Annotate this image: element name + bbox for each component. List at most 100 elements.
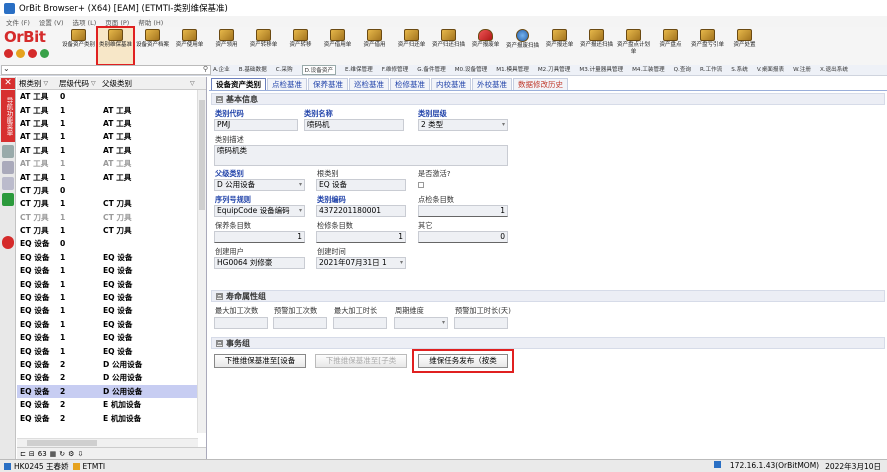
tree-row[interactable]: EQ 设备 2 E 机加设备 [17,411,206,424]
tree-row[interactable]: AT 工具 1 AT 工具 [17,130,206,143]
tree-row[interactable]: CT 刀具 1 CT 刀具 [17,197,206,210]
toolbar-button[interactable]: 类别维保基准 [96,26,135,66]
toolbar-button[interactable]: 资产报废单 [467,27,504,65]
toolbar-button[interactable]: 资产报还单 [541,27,578,65]
module-tab[interactable]: E.维保管理 [345,65,373,75]
tree-horizontal-scrollbar[interactable] [17,438,198,447]
toolbar-button[interactable]: 设备资产档案 [134,27,171,65]
events-group-header[interactable]: ⊟ 事务组 [211,337,885,349]
collapse-icon[interactable]: ⊟ [216,95,223,103]
tree-row[interactable]: AT 工具 0 [17,90,206,103]
tree-row[interactable]: EQ 设备 2 E 机加设备 [17,398,206,411]
toolbar-button[interactable]: 资产转移单 [245,27,282,65]
tree-row[interactable]: EQ 设备 2 D 公用设备 [17,371,206,384]
tree-row[interactable]: AT 工具 1 AT 工具 [17,117,206,130]
content-tab[interactable]: 保养基准 [308,78,348,90]
search-icon[interactable]: ⚲ [203,65,208,73]
module-tab[interactable]: G.备件管理 [417,65,446,75]
power-icon[interactable] [2,236,14,249]
basic-info-group-header[interactable]: ⊟ 基本信息 [211,93,885,105]
push-to-equipment-button[interactable]: 下推维保基准至[设备 [214,354,306,368]
serial-rule-select[interactable]: EquipCode 设备编码 ▾ [214,205,305,217]
other-count-field[interactable]: 0 [418,231,508,243]
max-count-field[interactable] [214,317,268,329]
filter-icon[interactable]: ▽ [91,80,96,87]
scrollbar-thumb[interactable] [199,100,205,210]
tree-row[interactable]: EQ 设备 1 EQ 设备 [17,318,206,331]
push-to-subclass-button[interactable]: 下推维保基准至[子类 [315,354,407,368]
module-tab[interactable]: C.采购 [276,65,293,75]
module-tab[interactable]: M4.工装管理 [632,65,665,75]
toolbar-button[interactable]: 资产借用 [356,27,393,65]
chevron-down-icon[interactable]: ▾ [502,120,505,130]
tree-row[interactable]: AT 工具 1 AT 工具 [17,157,206,170]
warn-time-field[interactable] [454,317,508,329]
collapse-icon[interactable]: ⊟ [216,292,223,300]
first-page-icon[interactable]: ⊏ [20,450,26,458]
module-tab[interactable]: R.工作流 [700,65,722,75]
tree-row[interactable]: CT 刀具 1 CT 刀具 [17,211,206,224]
module-tab[interactable]: M0.设备管理 [455,65,488,75]
settings-icon[interactable]: ⚙ [68,450,74,458]
navigation-menu-tab[interactable]: 导航功能菜单 [1,90,15,142]
toolbar-button[interactable]: 资产报还扫描 [578,27,615,65]
chevron-down-icon[interactable]: ▾ [299,206,302,216]
module-tab[interactable]: D.设备资产 [301,65,337,75]
filter-icon[interactable]: ▽ [44,80,49,87]
scrollbar-thumb[interactable] [27,440,97,446]
max-time-field[interactable] [333,317,387,329]
chevron-down-icon[interactable]: ▾ [442,318,445,328]
doc-icon[interactable] [2,161,14,174]
toolbar-button[interactable]: 资产归还单 [393,27,430,65]
toolbar-button[interactable]: 资产报废扫描 [504,27,541,65]
content-tab[interactable]: 内校基准 [431,78,471,90]
content-tab[interactable]: 点检基准 [267,78,307,90]
maint-count-field[interactable]: 1 [214,231,305,243]
toolbar-button[interactable]: 资产归还扫描 [430,27,467,65]
toolbar-button[interactable]: 资产转移 [282,27,319,65]
column-header-root[interactable]: 根类别 ▽ [19,78,59,89]
tree-row[interactable]: EQ 设备 1 EQ 设备 [17,344,206,357]
warn-count-field[interactable] [273,317,327,329]
module-tab[interactable]: X.退出系统 [820,65,848,75]
toolbar-button[interactable]: 设备资产类别 [60,27,97,65]
minimize-icon[interactable] [16,49,25,58]
tree-row[interactable]: CT 刀具 1 CT 刀具 [17,224,206,237]
tree-vertical-scrollbar[interactable] [197,90,206,433]
menu-item[interactable]: 设置 (V) [39,17,64,27]
toolbar-button[interactable]: 资产使用单 [171,27,208,65]
menu-item[interactable]: 帮助 (H) [138,17,163,27]
module-tab[interactable]: M3.计量器具管理 [579,65,623,75]
menu-item[interactable]: 选项 (L) [72,17,96,27]
root-category-field[interactable]: EQ 设备 [316,179,406,191]
check-count-field[interactable]: 1 [418,205,508,217]
doc-icon[interactable] [2,177,14,190]
module-tab[interactable]: B.基础数据 [239,65,267,75]
tree-row[interactable]: AT 工具 1 AT 工具 [17,103,206,116]
export-icon[interactable]: ⇩ [77,450,83,458]
menu-item[interactable]: 文件 (F) [6,17,30,27]
chevron-down-icon[interactable]: ▾ [299,180,302,190]
module-tab[interactable]: M1.模具管理 [496,65,529,75]
toolbar-button[interactable]: 资产处置 [726,27,763,65]
tree-row[interactable]: EQ 设备 1 EQ 设备 [17,291,206,304]
category-level-select[interactable]: 2 类型 ▾ [418,119,508,131]
category-desc-field[interactable]: 喷码机类 [214,145,508,166]
toolbar-button[interactable]: 资产盘点计划单 [615,27,652,65]
refresh-icon[interactable]: ↻ [59,450,65,458]
collapse-icon[interactable]: ⊟ [216,339,223,347]
tree-row[interactable]: EQ 设备 1 EQ 设备 [17,331,206,344]
refresh-icon[interactable] [40,49,49,58]
sidebar-close-icon[interactable]: ✕ [1,78,15,89]
toolbar-button[interactable]: 资产盘亏引单 [689,27,726,65]
toolbar-button[interactable]: 资产借用单 [319,27,356,65]
module-tab[interactable]: V.桌面报表 [757,65,784,75]
parent-category-select[interactable]: D 公用设备 ▾ [214,179,305,191]
tree-row[interactable]: EQ 设备 2 D 公用设备 [17,384,206,398]
tree-row[interactable]: AT 工具 1 AT 工具 [17,144,206,157]
period-select[interactable]: ▾ [394,317,448,329]
menu-item[interactable]: 页面 (P) [105,17,129,27]
column-header-parent[interactable]: 父级类别 [102,78,188,89]
category-number-field[interactable]: 4372201180001 [316,205,406,217]
stop-icon[interactable] [28,49,37,58]
